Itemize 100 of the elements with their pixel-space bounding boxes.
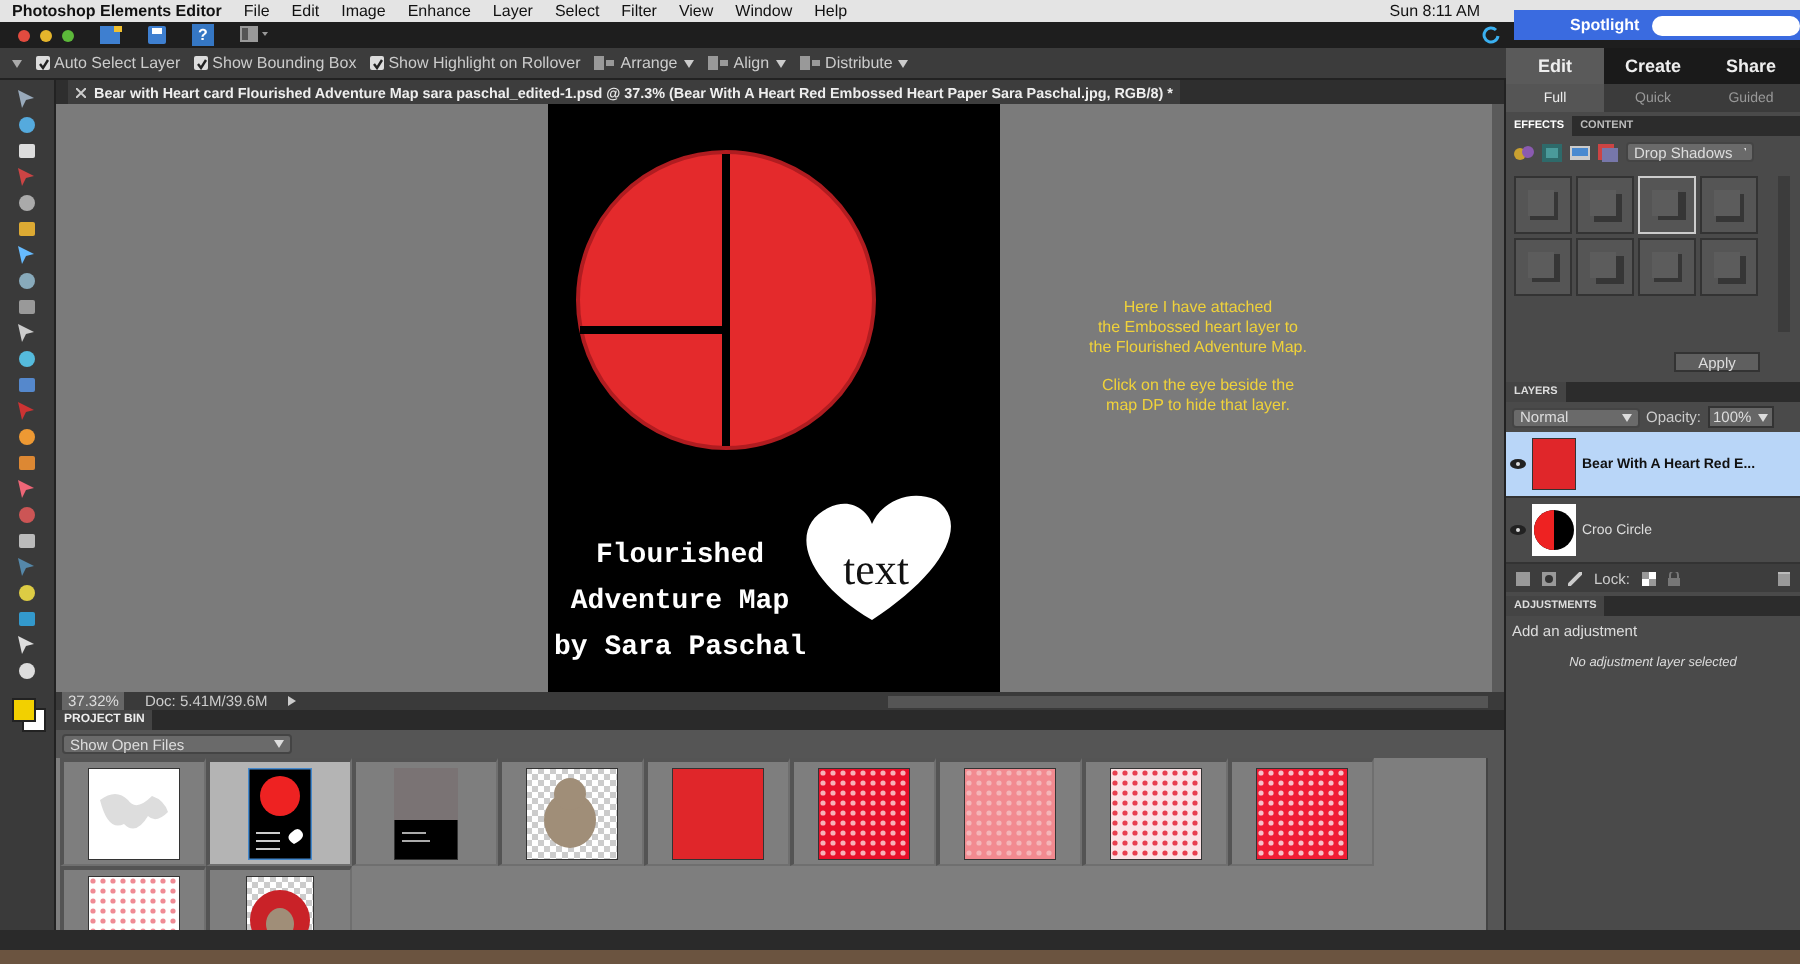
menu-item[interactable]: Layer: [492, 2, 533, 20]
shadowed-square-icon: [1587, 249, 1623, 285]
caret-icon: [683, 59, 694, 67]
close-icon[interactable]: [76, 87, 86, 97]
file-cell[interactable]: [644, 758, 790, 866]
photo-effects-icon[interactable]: [1570, 143, 1590, 161]
dropdown-button[interactable]: Distribute: [799, 54, 909, 72]
file-cell[interactable]: [352, 758, 498, 866]
layout-icon[interactable]: [240, 26, 268, 44]
menu-item[interactable]: View: [678, 2, 714, 20]
caret-icon: [1757, 413, 1768, 421]
mode-tab[interactable]: Share: [1702, 48, 1800, 84]
file-cell[interactable]: [790, 758, 936, 866]
file-thumbnail: [672, 767, 764, 859]
tool-icon[interactable]: [16, 322, 38, 344]
tool-icon[interactable]: [16, 244, 38, 266]
shadowed-square-icon: [1525, 249, 1561, 285]
file-thumbnail: [88, 767, 180, 859]
file-thumbnail: [1110, 767, 1202, 859]
save-icon[interactable]: [148, 26, 166, 44]
annotation-text: the Flourished Adventure Map.: [1089, 338, 1307, 358]
menu-item[interactable]: Edit: [291, 2, 320, 20]
annotation-text: Here I have attached: [1123, 298, 1273, 318]
tool-icon[interactable]: [16, 530, 38, 552]
horizontal-scrollbar[interactable]: [888, 695, 1488, 707]
tool-icon[interactable]: [16, 270, 38, 292]
trash-icon[interactable]: [1778, 571, 1790, 585]
mode-tab[interactable]: Create: [1604, 48, 1702, 84]
tool-icon[interactable]: [16, 88, 38, 110]
annotation-text: the Embossed heart layer to: [1097, 318, 1299, 338]
caret-icon[interactable]: [12, 59, 22, 67]
layer-styles-icon[interactable]: [1542, 143, 1562, 161]
layer-thumbnail: [1532, 504, 1576, 556]
checkbox[interactable]: [36, 56, 50, 70]
menu-item[interactable]: Enhance: [407, 2, 471, 20]
minimize-button[interactable]: [40, 29, 52, 41]
file-cell[interactable]: [498, 758, 644, 866]
file-cell[interactable]: [1228, 758, 1374, 866]
tool-icon[interactable]: [16, 426, 38, 448]
color-swatches[interactable]: [11, 698, 43, 730]
eye-icon[interactable]: [1510, 458, 1526, 470]
vertical-scrollbar[interactable]: [1492, 104, 1504, 692]
checkbox-label: Show Bounding Box: [212, 54, 357, 72]
tool-icon[interactable]: [16, 114, 38, 136]
menu-item[interactable]: Help: [814, 2, 848, 20]
eye-icon[interactable]: [1510, 524, 1526, 536]
close-button[interactable]: [18, 29, 30, 41]
file-cell[interactable]: [60, 758, 206, 866]
heart-text: text: [843, 544, 909, 594]
lock-icon[interactable]: [1667, 571, 1680, 585]
shadowed-square-icon: [1649, 249, 1685, 285]
dropdown-button[interactable]: Align: [707, 54, 786, 72]
spotlight-field[interactable]: [1651, 15, 1800, 35]
menu-item[interactable]: Filter: [621, 2, 657, 20]
new-file-icon[interactable]: [100, 26, 122, 44]
layer-thumbnail: [1532, 438, 1576, 490]
help-button[interactable]: ?: [192, 24, 214, 46]
app-name: Photoshop Elements Editor: [12, 2, 222, 20]
file-thumbnail: [394, 767, 458, 859]
annotation-text: Click on the eye beside the: [1101, 376, 1295, 396]
shadowed-square-icon: [1711, 249, 1747, 285]
menu-item[interactable]: Image: [341, 2, 386, 20]
arrow-icon[interactable]: [287, 696, 296, 706]
tool-icon[interactable]: [16, 452, 38, 474]
checkbox-label: Auto Select Layer: [54, 54, 181, 72]
tool-icon[interactable]: [16, 140, 38, 162]
menu-item[interactable]: File: [243, 2, 270, 20]
zoom-button[interactable]: [62, 29, 74, 41]
dropdown-button[interactable]: Arrange: [594, 54, 694, 72]
tool-icon[interactable]: [16, 348, 38, 370]
filters-icon[interactable]: [1514, 143, 1534, 161]
menu-item[interactable]: Select: [554, 2, 600, 20]
tool-icon[interactable]: [16, 608, 38, 630]
file-thumbnail: [248, 767, 312, 859]
refresh-icon[interactable]: [1482, 26, 1500, 44]
checker-icon[interactable]: [1641, 571, 1656, 585]
tool-icon[interactable]: [16, 218, 38, 240]
file-cell[interactable]: [936, 758, 1082, 866]
caret-icon: [1622, 413, 1632, 421]
vertical-scrollbar[interactable]: [1486, 758, 1504, 930]
card-title-line: Adventure Map: [570, 586, 790, 618]
file-cell[interactable]: [206, 758, 352, 866]
tool-icon[interactable]: [16, 634, 38, 656]
arrange-icon: [594, 56, 615, 70]
new-layer-icon[interactable]: [1516, 571, 1530, 585]
mask-icon[interactable]: [1542, 571, 1556, 585]
caret-icon: [898, 59, 909, 67]
tool-icon[interactable]: [16, 192, 38, 214]
tool-icon[interactable]: [16, 296, 38, 318]
tool-icon[interactable]: [16, 660, 38, 682]
tool-icon[interactable]: [16, 582, 38, 604]
tool-icon[interactable]: [16, 478, 38, 500]
brush-icon[interactable]: [1568, 571, 1582, 585]
file-cell[interactable]: [1082, 758, 1228, 866]
checkbox[interactable]: [194, 56, 209, 70]
shadowed-square-icon: [1587, 187, 1623, 223]
menu-item[interactable]: Window: [735, 2, 793, 20]
mode-tab[interactable]: Edit: [1506, 48, 1604, 84]
checkbox[interactable]: [370, 56, 385, 70]
clock: Sun 8:11 AM: [1389, 2, 1480, 20]
